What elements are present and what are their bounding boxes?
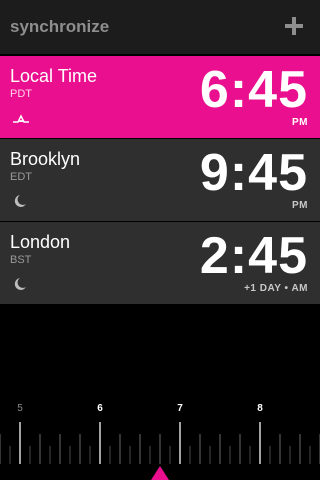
- meridiem-label: +1 DAY • AM: [244, 283, 308, 294]
- triangle-pointer-icon[interactable]: [151, 466, 169, 480]
- clock-row-local-time[interactable]: Local Time PDT 6:45 PM: [0, 56, 320, 138]
- sunset-icon: [12, 111, 30, 125]
- clock-row-brooklyn[interactable]: Brooklyn EDT 9:45 PM: [0, 139, 320, 221]
- moon-icon: [12, 277, 30, 291]
- plus-icon: [285, 17, 303, 35]
- time-scrubber[interactable]: 5 6 7 8: [0, 394, 320, 480]
- city-name: Brooklyn: [10, 149, 81, 169]
- hour-label: 6: [97, 403, 103, 414]
- timezone-abbr: PDT: [10, 88, 32, 100]
- timezone-abbr: BST: [10, 254, 32, 266]
- city-name: Local Time: [10, 66, 98, 86]
- timezone-abbr: EDT: [10, 171, 32, 183]
- hour-label: 7: [177, 403, 183, 414]
- clock-time: 9:45: [199, 144, 308, 202]
- app-header: synchronize: [0, 0, 320, 54]
- hour-label: 5: [17, 403, 23, 414]
- clock-time: 2:45: [199, 227, 308, 285]
- hour-label: 8: [257, 403, 263, 414]
- moon-icon: [12, 194, 30, 208]
- clock-row-london[interactable]: London BST 2:45 +1 DAY • AM: [0, 222, 320, 304]
- city-name: London: [10, 232, 71, 252]
- add-city-button[interactable]: [284, 16, 304, 36]
- time-ruler[interactable]: 5 6 7 8: [0, 394, 320, 480]
- app-title: synchronize: [10, 17, 110, 36]
- meridiem-label: PM: [292, 117, 308, 128]
- meridiem-label: PM: [292, 200, 308, 211]
- clock-time: 6:45: [199, 61, 308, 119]
